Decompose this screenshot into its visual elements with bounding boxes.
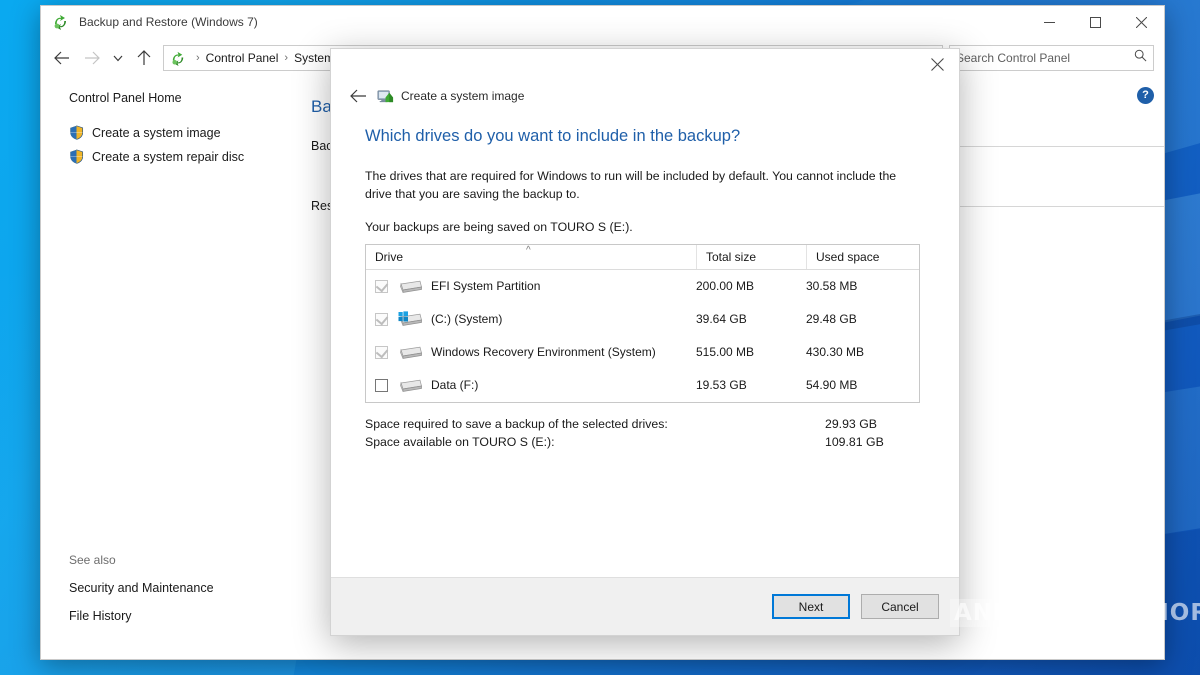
table-header-row: Drive ^ Total size Used space [366,244,919,270]
minimize-button[interactable] [1026,6,1072,39]
drive-used-space: 54.90 MB [806,378,858,393]
help-icon[interactable]: ? [1137,87,1154,104]
space-required-value: 29.93 GB [825,416,877,431]
drive-checkbox [375,345,389,359]
dialog-description: The drives that are required for Windows… [365,169,897,201]
windows-drive-icon [398,311,424,328]
dialog-close-button[interactable] [915,49,959,79]
sidebar-item-create-system-repair-disc[interactable]: Create a system repair disc [69,149,311,164]
dialog-titlebar [331,49,959,79]
column-header-total-size[interactable]: Total size [696,244,806,269]
backup-restore-icon [52,13,70,31]
drives-table: Drive ^ Total size Used space EFI System… [365,243,920,403]
maximize-button[interactable] [1072,6,1118,39]
table-row[interactable]: Data (F:) 19.53 GB 54.90 MB [366,369,919,402]
see-also-heading: See also [69,553,116,567]
shield-icon [69,125,84,140]
space-available-value: 109.81 GB [825,434,884,449]
dialog-body: Which drives do you want to include in t… [331,109,959,577]
drive-icon [398,344,424,361]
up-button[interactable] [129,44,159,72]
see-also-item-file-history[interactable]: File History [69,609,311,623]
cancel-button[interactable]: Cancel [861,594,939,619]
dialog-header: Create a system image [331,79,959,109]
window-controls [1026,6,1164,39]
drive-checkbox [375,279,389,293]
see-also-item-security-and-maintenance[interactable]: Security and Maintenance [69,581,311,595]
column-header-label: Used space [816,249,880,264]
drive-used-space: 30.58 MB [806,279,858,294]
table-row[interactable]: EFI System Partition 200.00 MB 30.58 MB [366,270,919,303]
dialog-app-title: Create a system image [401,89,525,103]
search-box[interactable]: Search Control Panel [949,45,1154,71]
table-row[interactable]: Windows Recovery Environment (System) 51… [366,336,919,369]
drive-checkbox[interactable] [375,378,388,392]
desktop-background: Backup and Restore (Windows 7) › Control… [0,0,1200,675]
column-header-label: Total size [706,249,757,264]
drive-used-space: 29.48 GB [806,312,857,327]
space-required-row: Space required to save a backup of the s… [365,417,920,431]
system-image-icon [377,88,394,105]
backup-restore-icon [170,50,187,67]
sidebar-item-label: Create a system image [92,125,221,140]
sidebar-item-create-system-image[interactable]: Create a system image [69,125,311,140]
window-title: Backup and Restore (Windows 7) [79,15,258,29]
table-row[interactable]: (C:) (System) 39.64 GB 29.48 GB [366,303,919,336]
space-available-row: Space available on TOURO S (E:): 109.81 … [365,435,920,449]
sidebar-item-control-panel-home[interactable]: Control Panel Home [69,91,311,105]
drive-used-space: 430.30 MB [806,345,865,360]
drive-name: Windows Recovery Environment (System) [431,345,656,360]
dialog-back-button[interactable] [343,83,373,109]
drive-total-size: 19.53 GB [696,378,747,393]
sidebar: Control Panel Home Create a system image [41,77,311,659]
search-icon[interactable] [1134,49,1147,67]
column-header-used-space[interactable]: Used space [806,244,919,269]
dialog-footer: Next Cancel [331,577,959,635]
sidebar-item-label: Create a system repair disc [92,149,245,164]
drive-name: EFI System Partition [431,279,541,294]
drive-name: Data (F:) [431,378,479,393]
drive-icon [398,377,424,394]
dialog-saved-on-text: Your backups are being saved on TOURO S … [365,219,633,234]
search-input[interactable]: Search Control Panel [956,51,1134,65]
breadcrumb-item-control-panel[interactable]: Control Panel [206,51,279,65]
recent-locations-button[interactable] [107,44,129,72]
breadcrumb-separator: › [284,52,289,64]
column-header-label: Drive [375,249,404,264]
space-required-label: Space required to save a backup of the s… [365,416,668,431]
shield-icon [69,149,84,164]
drive-total-size: 39.64 GB [696,312,747,327]
drive-total-size: 200.00 MB [696,279,755,294]
drive-icon [398,278,424,295]
drive-name: (C:) (System) [431,312,503,327]
next-button[interactable]: Next [772,594,850,619]
forward-button[interactable] [77,44,107,72]
drive-total-size: 515.00 MB [696,345,755,360]
drive-checkbox [375,312,389,326]
sort-ascending-icon: ^ [526,244,531,256]
column-header-drive[interactable]: Drive ^ [366,245,696,269]
breadcrumb-separator: › [196,52,200,64]
window-titlebar[interactable]: Backup and Restore (Windows 7) [41,6,1164,39]
dialog-heading: Which drives do you want to include in t… [365,127,741,145]
create-system-image-dialog: Create a system image Which drives do yo… [330,48,960,636]
space-available-label: Space available on TOURO S (E:): [365,434,555,449]
space-summary: Space required to save a backup of the s… [365,417,920,449]
back-button[interactable] [47,44,77,72]
close-button[interactable] [1118,6,1164,39]
